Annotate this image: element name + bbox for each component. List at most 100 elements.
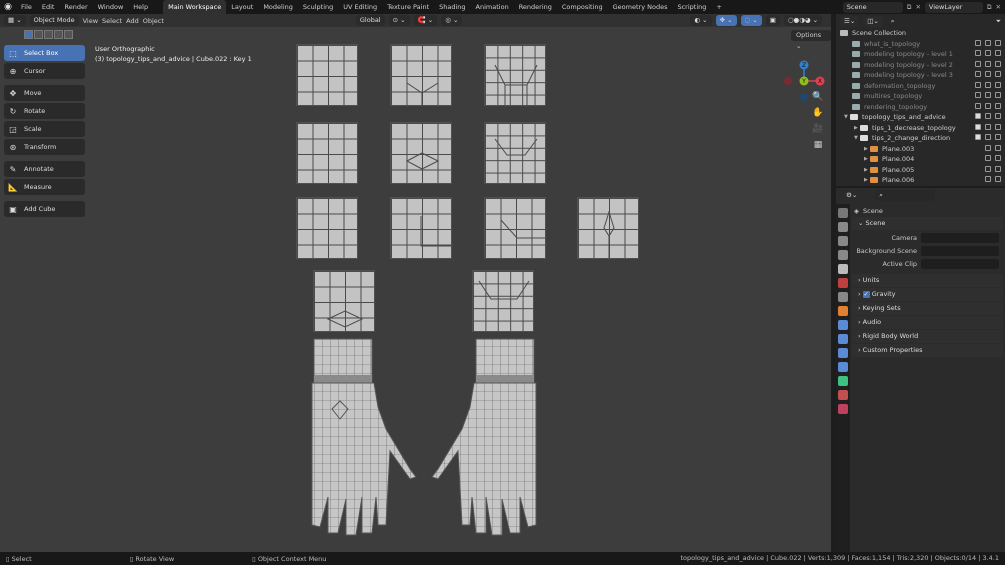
delete-scene-icon[interactable]: ✕ — [915, 3, 920, 11]
mesh-tile[interactable] — [390, 197, 452, 259]
add-menu[interactable]: Add — [126, 17, 139, 25]
outliner-row[interactable]: rendering_topology — [836, 102, 1005, 113]
render-camera-icon[interactable] — [995, 176, 1001, 182]
menu-render[interactable]: Render — [59, 0, 92, 14]
render-camera-icon[interactable] — [995, 61, 1001, 67]
tab-geometry-nodes[interactable]: Geometry Nodes — [608, 0, 673, 14]
panel-keying-sets[interactable]: › Keying Sets — [852, 302, 1003, 315]
tool-move[interactable]: ✥Move — [4, 85, 85, 101]
render-camera-icon[interactable] — [995, 113, 1001, 119]
select-subtract-icon[interactable] — [44, 30, 53, 39]
editor-type-button[interactable]: ▦ ⌄ — [4, 15, 26, 26]
select-menu[interactable]: Select — [102, 17, 122, 25]
outliner-row[interactable]: deformation_topology — [836, 81, 1005, 92]
data-tab-icon[interactable] — [838, 376, 848, 386]
tool-tab-icon[interactable] — [838, 208, 848, 218]
properties-search-input[interactable]: ⌕ — [875, 190, 935, 201]
view-layer-field[interactable]: ViewLayer — [925, 2, 983, 13]
select-invert-icon[interactable] — [54, 30, 63, 39]
menu-help[interactable]: Help — [128, 0, 153, 14]
active-clip-field[interactable]: Active Clip — [852, 257, 1003, 270]
mesh-tile[interactable] — [484, 122, 546, 184]
background-scene-value[interactable] — [921, 246, 999, 256]
pivot-icon[interactable]: ⊙ ⌄ — [389, 15, 410, 26]
render-tab-icon[interactable] — [838, 222, 848, 232]
proportional-edit-icon[interactable]: ◎ ⌄ — [441, 15, 462, 26]
world-tab-icon[interactable] — [838, 278, 848, 288]
mode-dropdown[interactable]: Object Mode — [30, 15, 79, 26]
exclude-checkbox[interactable] — [975, 134, 981, 140]
texture-tab-icon[interactable] — [838, 404, 848, 414]
mesh-tile[interactable] — [472, 270, 534, 332]
add-workspace-button[interactable]: + — [711, 0, 726, 14]
gizmo-neg-z-axis[interactable] — [800, 93, 808, 101]
active-clip-value[interactable] — [921, 259, 999, 269]
eye-icon[interactable] — [985, 50, 991, 56]
visibility-icon[interactable]: ◐ ⌄ — [690, 15, 711, 26]
exclude-checkbox[interactable] — [975, 71, 981, 77]
tool-measure[interactable]: 📐Measure — [4, 179, 85, 195]
mesh-tile[interactable] — [484, 197, 546, 259]
outliner-row[interactable]: ▶Plane.004 — [836, 154, 1005, 165]
mesh-tile[interactable] — [577, 197, 639, 259]
pan-hand-icon[interactable]: ✋ — [812, 107, 824, 119]
xray-toggle-icon[interactable]: ▣ — [766, 15, 780, 26]
menu-window[interactable]: Window — [93, 0, 129, 14]
tab-modeling[interactable]: Modeling — [258, 0, 298, 14]
render-camera-icon[interactable] — [995, 82, 1001, 88]
render-camera-icon[interactable] — [995, 103, 1001, 109]
modifier-tab-icon[interactable] — [838, 320, 848, 330]
exclude-checkbox[interactable] — [975, 124, 981, 130]
eye-icon[interactable] — [985, 124, 991, 130]
mesh-tile[interactable] — [313, 270, 375, 332]
object-tab-icon[interactable] — [838, 306, 848, 316]
options-dropdown[interactable]: Options ⌄ — [791, 30, 831, 41]
render-camera-icon[interactable] — [995, 166, 1001, 172]
eye-icon[interactable] — [985, 40, 991, 46]
orientation-dropdown[interactable]: Global — [356, 15, 385, 26]
outliner-row[interactable]: ▶Plane.005 — [836, 165, 1005, 176]
eye-icon[interactable] — [985, 176, 991, 182]
panel-gravity[interactable]: › ✓ Gravity — [852, 288, 1003, 301]
display-mode-icon[interactable]: ◫⌄ — [863, 16, 883, 27]
zoom-icon[interactable]: 🔍 — [812, 91, 824, 103]
blender-logo-icon[interactable]: ◉ — [0, 0, 16, 14]
eye-icon[interactable] — [985, 103, 991, 109]
render-camera-icon[interactable] — [995, 134, 1001, 140]
tool-transform[interactable]: ⊛Transform — [4, 139, 85, 155]
outliner-row[interactable]: modeling topology - level 3 — [836, 70, 1005, 81]
properties-editor-type-icon[interactable]: ⚙⌄ — [842, 190, 861, 201]
panel-units[interactable]: › Units — [852, 274, 1003, 287]
scene-tab-icon[interactable] — [838, 264, 848, 274]
particles-tab-icon[interactable] — [838, 334, 848, 344]
outliner-row[interactable]: ▼tips_2_change_direction — [836, 133, 1005, 144]
tab-sculpting[interactable]: Sculpting — [298, 0, 338, 14]
outliner-search-input[interactable]: ⌕ — [887, 16, 957, 27]
exclude-checkbox[interactable] — [975, 40, 981, 46]
camera-view-icon[interactable]: 🎥 — [812, 123, 824, 135]
output-tab-icon[interactable] — [838, 236, 848, 246]
gizmo-toggle-icon[interactable]: ✥ ⌄ — [716, 15, 737, 26]
outliner-editor-type-icon[interactable]: ☰⌄ — [840, 16, 859, 27]
filter-icon[interactable]: ⏷ — [996, 17, 1001, 26]
render-camera-icon[interactable] — [995, 92, 1001, 98]
outliner-row[interactable]: what_is_topology — [836, 39, 1005, 50]
exclude-checkbox[interactable] — [975, 103, 981, 109]
tool-rotate[interactable]: ↻Rotate — [4, 103, 85, 119]
tab-rendering[interactable]: Rendering — [514, 0, 557, 14]
outliner-row[interactable]: modeling topology - level 1 — [836, 49, 1005, 60]
eye-icon[interactable] — [985, 166, 991, 172]
eye-icon[interactable] — [985, 82, 991, 88]
panel-rigid-body-world[interactable]: › Rigid Body World — [852, 330, 1003, 343]
3d-viewport[interactable]: ▦ ⌄ Object Mode View Select Add Object G… — [0, 14, 831, 552]
mesh-tile[interactable] — [296, 122, 358, 184]
tab-compositing[interactable]: Compositing — [557, 0, 608, 14]
eye-icon[interactable] — [985, 145, 991, 151]
tool-annotate[interactable]: ✎Annotate — [4, 161, 85, 177]
left-hand-mesh[interactable] — [306, 337, 426, 537]
panel-custom-properties[interactable]: › Custom Properties — [852, 344, 1003, 357]
eye-icon[interactable] — [985, 113, 991, 119]
tab-texture-paint[interactable]: Texture Paint — [382, 0, 434, 14]
mesh-tile[interactable] — [296, 197, 358, 259]
outliner-row[interactable]: ▶Plane.006 — [836, 175, 1005, 186]
